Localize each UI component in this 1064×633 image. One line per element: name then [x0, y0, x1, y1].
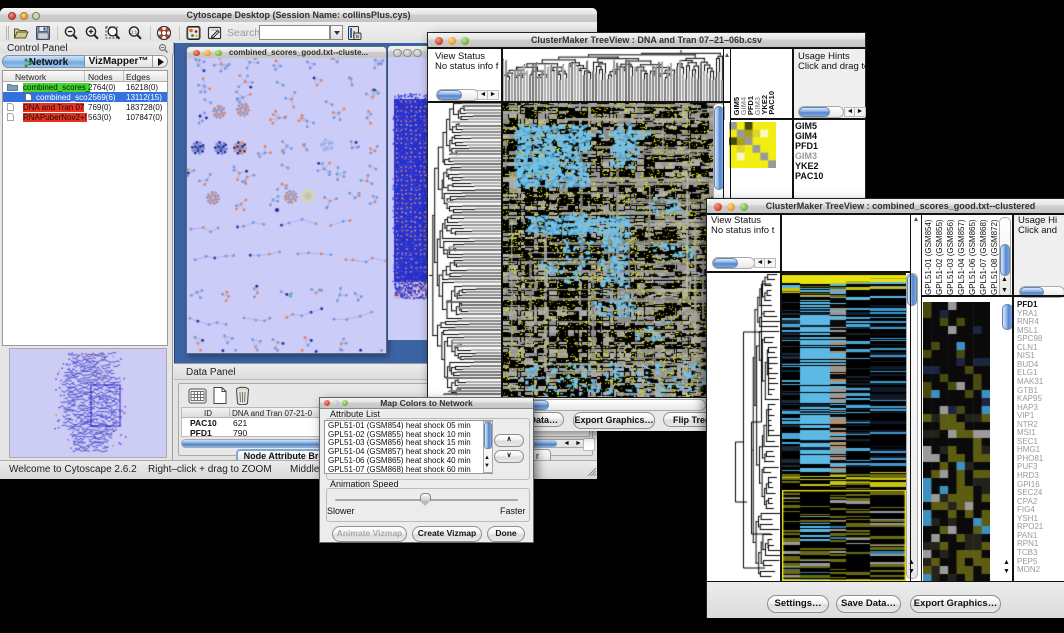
- svg-text:B: B: [356, 34, 359, 39]
- svg-text:1:1: 1:1: [131, 30, 138, 35]
